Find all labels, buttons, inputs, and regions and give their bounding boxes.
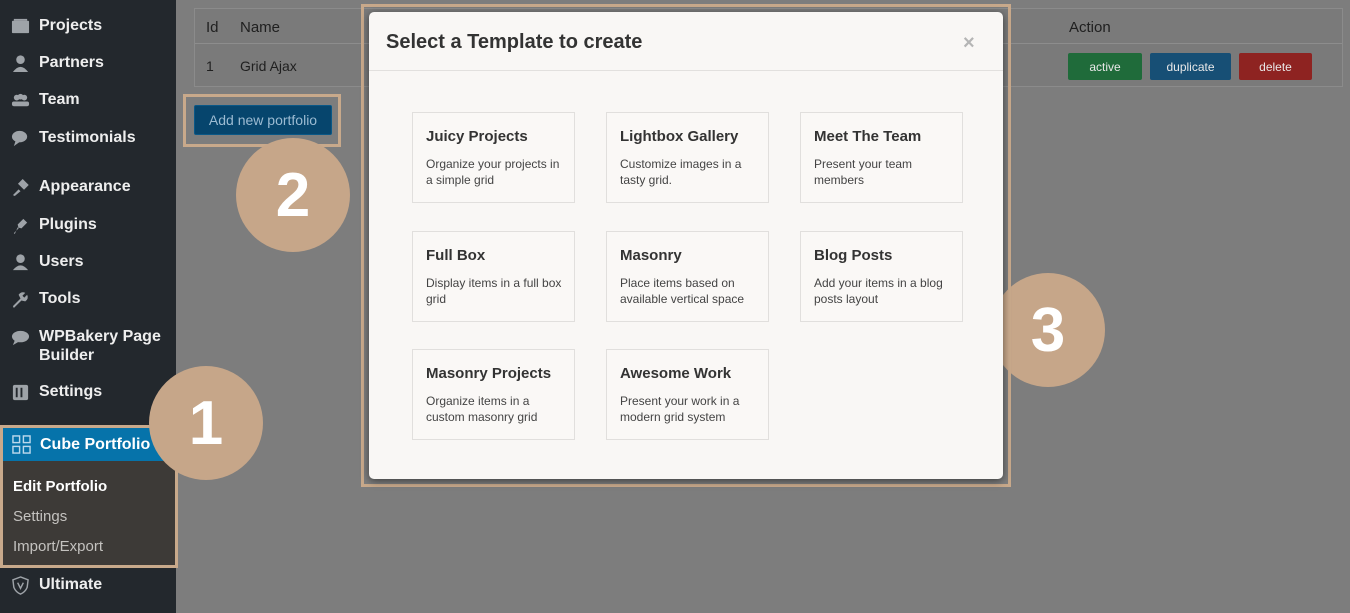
sidebar-item-label: Team bbox=[39, 91, 80, 108]
submenu-settings[interactable]: Settings bbox=[13, 508, 67, 525]
template-description: Place items based on available vertical … bbox=[620, 276, 745, 306]
modal-header: Select a Template to create × bbox=[369, 12, 1003, 71]
tools-icon bbox=[9, 289, 31, 309]
admin-sidebar: Projects Partners Team Testimonials Appe… bbox=[0, 0, 178, 613]
add-new-portfolio-button[interactable]: Add new portfolio bbox=[194, 105, 332, 135]
template-description: Organize items in a custom masonry grid bbox=[426, 394, 538, 424]
template-title: Masonry Projects bbox=[426, 365, 552, 382]
template-title: Juicy Projects bbox=[426, 128, 528, 145]
template-description: Customize images in a tasty grid. bbox=[620, 157, 742, 187]
sidebar-item-appearance[interactable]: Appearance bbox=[0, 177, 176, 197]
template-card-meet-the-team[interactable]: Meet The Team Present your team members bbox=[800, 112, 963, 203]
template-card-lightbox-gallery[interactable]: Lightbox Gallery Customize images in a t… bbox=[606, 112, 769, 203]
step-badge-1: 1 bbox=[149, 366, 263, 480]
sidebar-item-label: Appearance bbox=[39, 178, 131, 195]
template-card-blog-posts[interactable]: Blog Posts Add your items in a blog post… bbox=[800, 231, 963, 322]
close-icon[interactable]: × bbox=[963, 32, 975, 55]
sidebar-item-label: Testimonials bbox=[39, 129, 136, 146]
sidebar-item-users[interactable]: Users bbox=[0, 252, 176, 272]
row-id: 1 bbox=[206, 58, 214, 74]
column-header-action: Action bbox=[1069, 19, 1111, 36]
template-title: Masonry bbox=[620, 247, 682, 264]
sidebar-item-tools[interactable]: Tools bbox=[0, 289, 176, 309]
sidebar-item-label: Partners bbox=[39, 54, 104, 71]
sidebar-item-settings[interactable]: Settings bbox=[0, 382, 176, 402]
testimonials-icon bbox=[9, 128, 31, 148]
template-modal: Select a Template to create × Juicy Proj… bbox=[369, 12, 1003, 479]
appearance-icon bbox=[9, 177, 31, 197]
template-description: Present your team members bbox=[814, 157, 913, 187]
column-header-id: Id bbox=[206, 19, 219, 36]
template-title: Full Box bbox=[426, 247, 486, 264]
sidebar-item-wpbakery[interactable]: WPBakery Page Builder bbox=[0, 327, 176, 365]
duplicate-button[interactable]: duplicate bbox=[1150, 53, 1231, 80]
template-card-awesome-work[interactable]: Awesome Work Present your work in a mode… bbox=[606, 349, 769, 440]
settings-icon bbox=[9, 382, 31, 402]
sidebar-item-label: Plugins bbox=[39, 216, 97, 233]
wpbakery-icon bbox=[9, 327, 31, 347]
active-button[interactable]: active bbox=[1068, 53, 1142, 80]
sidebar-item-label: Projects bbox=[39, 17, 103, 34]
sidebar-item-projects[interactable]: Projects bbox=[0, 16, 176, 36]
ultimate-icon bbox=[9, 575, 31, 595]
sidebar-item-label: Settings bbox=[39, 383, 103, 400]
template-description: Organize your projects in a simple grid bbox=[426, 157, 560, 187]
template-description: Display items in a full box grid bbox=[426, 276, 562, 306]
template-card-juicy-projects[interactable]: Juicy Projects Organize your projects in… bbox=[412, 112, 575, 203]
delete-button[interactable]: delete bbox=[1239, 53, 1312, 80]
cube-portfolio-menu: Cube Portfolio Edit Portfolio Settings I… bbox=[0, 425, 178, 568]
template-card-masonry-projects[interactable]: Masonry Projects Organize items in a cus… bbox=[412, 349, 575, 440]
template-card-masonry[interactable]: Masonry Place items based on available v… bbox=[606, 231, 769, 322]
add-button-highlight: Add new portfolio bbox=[183, 94, 341, 147]
sidebar-item-label: WPBakery Page Builder bbox=[39, 328, 161, 364]
step-badge-2: 2 bbox=[236, 138, 350, 252]
sidebar-item-label: Cube Portfolio bbox=[40, 435, 151, 453]
row-name[interactable]: Grid Ajax bbox=[240, 58, 297, 74]
template-title: Meet The Team bbox=[814, 128, 922, 145]
sidebar-item-team[interactable]: Team bbox=[0, 90, 176, 110]
sidebar-item-label: Tools bbox=[39, 290, 81, 307]
sidebar-item-ultimate[interactable]: Ultimate bbox=[0, 575, 176, 595]
users-icon bbox=[9, 252, 31, 272]
cube-portfolio-icon bbox=[10, 435, 32, 455]
sidebar-item-plugins[interactable]: Plugins bbox=[0, 215, 176, 235]
template-title: Awesome Work bbox=[620, 365, 732, 382]
projects-icon bbox=[9, 16, 31, 36]
template-card-full-box[interactable]: Full Box Display items in a full box gri… bbox=[412, 231, 575, 322]
sidebar-item-testimonials[interactable]: Testimonials bbox=[0, 128, 176, 148]
partners-icon bbox=[9, 53, 31, 73]
submenu-import-export[interactable]: Import/Export bbox=[13, 538, 103, 555]
template-title: Lightbox Gallery bbox=[620, 128, 739, 145]
modal-title: Select a Template to create bbox=[386, 31, 643, 53]
plugins-icon bbox=[9, 215, 31, 235]
team-icon bbox=[9, 90, 31, 110]
template-title: Blog Posts bbox=[814, 247, 893, 264]
template-description: Present your work in a modern grid syste… bbox=[620, 394, 740, 424]
template-description: Add your items in a blog posts layout bbox=[814, 276, 943, 306]
sidebar-item-label: Ultimate bbox=[39, 576, 103, 593]
sidebar-item-label: Users bbox=[39, 253, 84, 270]
column-header-name: Name bbox=[240, 19, 281, 36]
submenu-edit-portfolio[interactable]: Edit Portfolio bbox=[13, 478, 107, 495]
sidebar-item-partners[interactable]: Partners bbox=[0, 53, 176, 73]
